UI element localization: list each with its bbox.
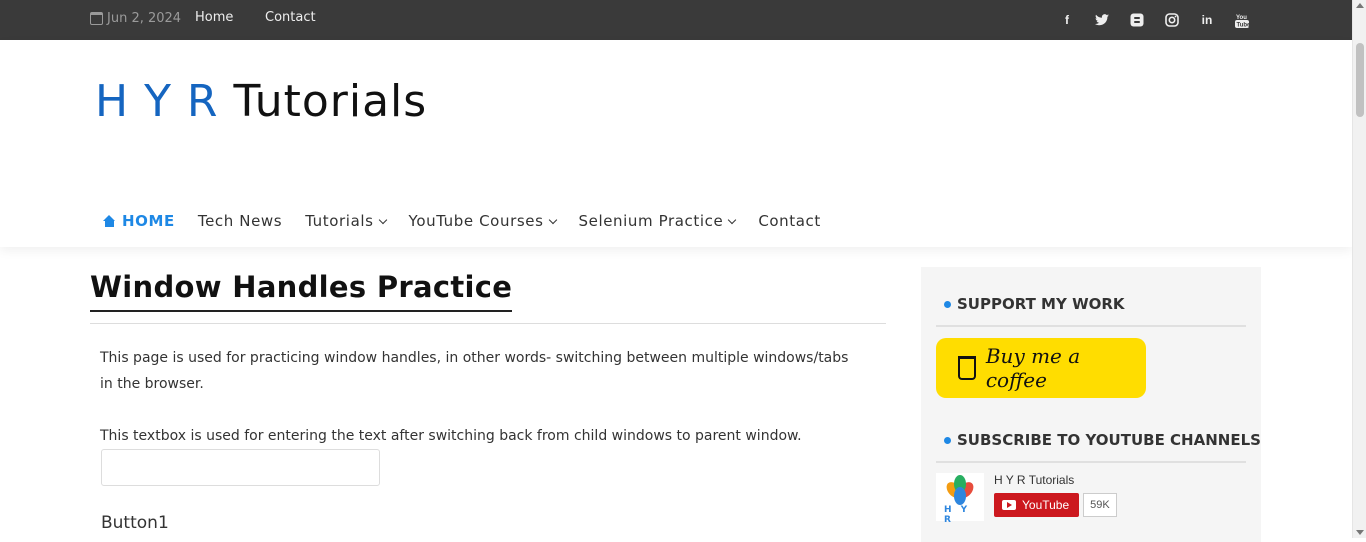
site-header: H Y R Tutorials HOME Tech News Tutorials…	[0, 40, 1352, 247]
widget-divider	[936, 461, 1246, 463]
avatar-text: H Y R	[944, 505, 971, 525]
instagram-icon[interactable]	[1163, 11, 1181, 29]
svg-text:Tube: Tube	[1237, 22, 1250, 28]
nav-selenium-practice-label: Selenium Practice	[578, 212, 724, 230]
logo-tutorials: Tutorials	[233, 76, 428, 127]
top-bar: Jun 2, 2024 Home Contact f in You Tube	[0, 0, 1352, 40]
youtube-subscribe-button[interactable]: YouTube	[994, 493, 1080, 517]
nav-selenium-practice[interactable]: Selenium Practice	[578, 212, 737, 230]
social-links: f in You Tube	[1058, 11, 1251, 29]
logo-hyr: H Y R	[95, 76, 219, 127]
nav-youtube-courses[interactable]: YouTube Courses	[408, 212, 557, 230]
blogger-icon[interactable]	[1128, 11, 1146, 29]
chevron-down-icon	[548, 215, 557, 224]
chevron-down-icon	[378, 215, 387, 224]
top-link-home[interactable]: Home	[195, 10, 233, 25]
page-scrollbar[interactable]	[1352, 0, 1366, 538]
nav-home[interactable]: HOME	[103, 212, 175, 230]
main-content: Window Handles Practice This page is use…	[90, 270, 886, 533]
date-display: Jun 2, 2024	[90, 11, 181, 26]
site-logo[interactable]: H Y R Tutorials	[95, 76, 427, 127]
youtube-icon[interactable]: You Tube	[1233, 11, 1251, 29]
scroll-up-icon[interactable]	[1356, 3, 1364, 8]
textbox-description: This textbox is used for entering the te…	[100, 428, 802, 444]
button1-label: Button1	[101, 513, 169, 533]
subscribe-widget-title: SUBSCRIBE TO YOUTUBE CHANNELS	[944, 431, 1261, 449]
nav-tutorials-label: Tutorials	[305, 212, 374, 230]
title-divider	[90, 323, 886, 324]
youtube-channel-widget: H Y R H Y R Tutorials YouTube 59K	[936, 473, 1117, 525]
support-title-text: SUPPORT MY WORK	[957, 295, 1125, 313]
nav-youtube-courses-label: YouTube Courses	[408, 212, 544, 230]
page-title: Window Handles Practice	[90, 270, 513, 312]
coffee-label: Buy me a coffee	[985, 344, 1081, 392]
main-nav: HOME Tech News Tutorials YouTube Courses…	[103, 212, 844, 230]
intro-paragraph: This page is used for practicing window …	[100, 350, 849, 392]
nav-home-label: HOME	[122, 212, 175, 230]
top-link-contact[interactable]: Contact	[265, 10, 316, 25]
subscribe-title-text: SUBSCRIBE TO YOUTUBE CHANNELS	[957, 431, 1261, 449]
date-text: Jun 2, 2024	[107, 11, 182, 26]
youtube-label: YouTube	[1022, 498, 1070, 512]
facebook-icon[interactable]: f	[1058, 11, 1076, 29]
subscriber-count: 59K	[1083, 493, 1117, 517]
channel-name[interactable]: H Y R Tutorials	[994, 473, 1117, 487]
widget-divider	[936, 325, 1246, 327]
buy-me-a-coffee-button[interactable]: Buy me a coffee	[936, 338, 1146, 398]
bullet-icon	[944, 436, 951, 444]
nav-contact[interactable]: Contact	[758, 212, 821, 230]
calendar-icon	[90, 12, 103, 25]
nav-tech-news-label: Tech News	[197, 212, 283, 230]
sidebar: SUPPORT MY WORK Buy me a coffee SUBSCRIB…	[921, 267, 1261, 542]
scroll-down-icon[interactable]	[1356, 530, 1364, 535]
channel-avatar[interactable]: H Y R	[936, 473, 984, 525]
home-icon	[103, 215, 116, 227]
coffee-cup-icon	[958, 356, 976, 380]
bullet-icon	[944, 300, 951, 308]
scrollbar-thumb[interactable]	[1356, 43, 1364, 117]
linkedin-icon[interactable]: in	[1198, 11, 1216, 29]
parent-window-textbox[interactable]	[101, 449, 380, 486]
youtube-play-icon	[1002, 500, 1016, 510]
nav-tech-news[interactable]: Tech News	[198, 212, 282, 230]
nav-contact-label: Contact	[758, 212, 821, 230]
chevron-down-icon	[728, 215, 737, 224]
support-widget-title: SUPPORT MY WORK	[944, 295, 1125, 313]
nav-tutorials[interactable]: Tutorials	[305, 212, 387, 230]
twitter-icon[interactable]	[1093, 11, 1111, 29]
